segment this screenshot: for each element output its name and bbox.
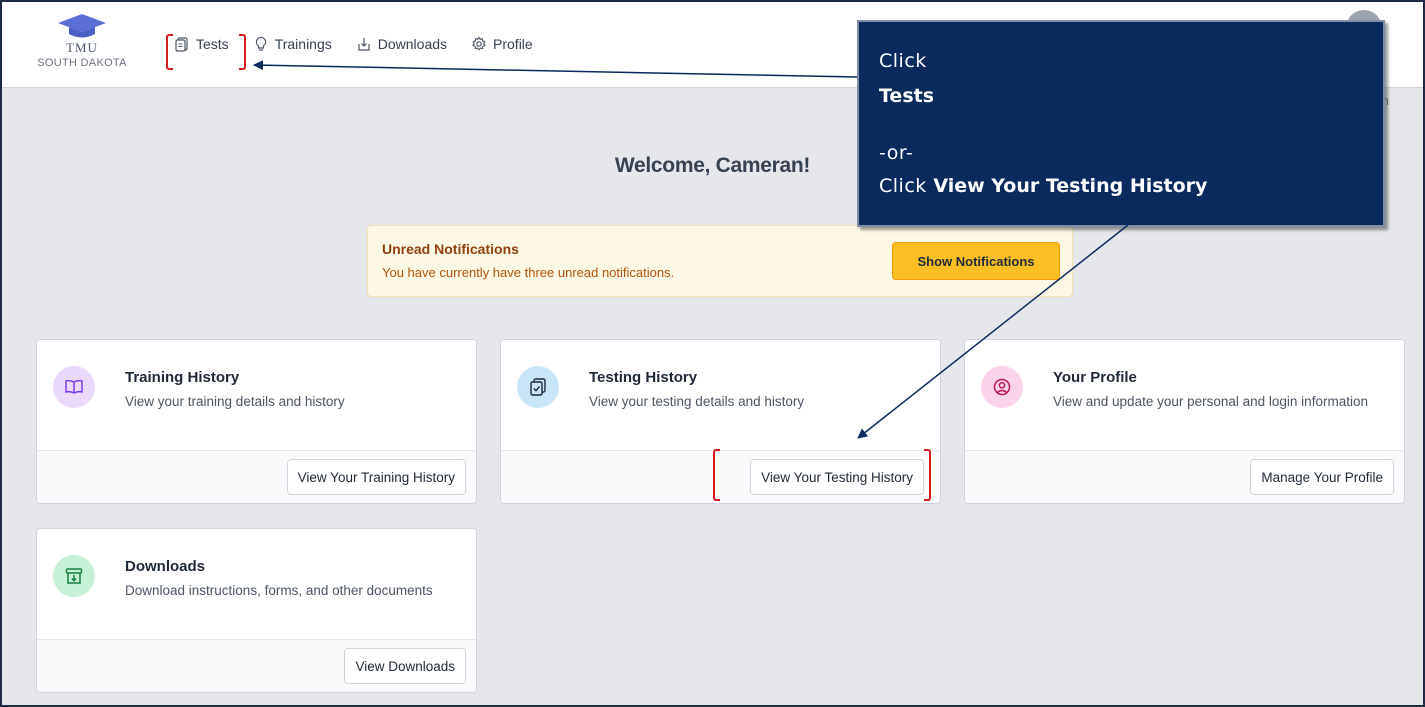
manage-profile-button[interactable]: Manage Your Profile — [1250, 459, 1394, 495]
nav-trainings-label: Trainings — [274, 36, 332, 52]
main-nav: Tests Trainings Downloads Profile — [174, 36, 533, 52]
card-description: Download instructions, forms, and other … — [125, 583, 433, 598]
callout-line-3: -or- — [879, 142, 914, 164]
app-window: TMU SOUTH DAKOTA Tests Trainings Downloa… — [0, 0, 1425, 707]
card-title: Testing History — [589, 369, 698, 386]
nav-downloads-label: Downloads — [377, 36, 448, 52]
view-downloads-button[interactable]: View Downloads — [344, 648, 466, 684]
nav-tests[interactable]: Tests — [174, 36, 229, 52]
card-title: Downloads — [125, 558, 206, 575]
your-profile-card: Your Profile View and update your person… — [964, 339, 1405, 504]
logo-title: TMU — [66, 40, 98, 55]
clipboard-icon — [175, 37, 188, 52]
callout-line-2: Tests — [879, 85, 935, 107]
view-training-history-button[interactable]: View Your Training History — [286, 459, 466, 495]
graduation-cap-icon — [58, 14, 106, 38]
callout-line-4: Click View Your Testing History — [879, 175, 1207, 197]
clipboard-check-icon — [517, 366, 559, 408]
nav-tests-label: Tests — [196, 36, 229, 52]
callout-line-4-prefix: Click — [879, 175, 934, 197]
nav-downloads[interactable]: Downloads — [356, 36, 447, 52]
callout-line-4-bold: View Your Testing History — [933, 175, 1208, 197]
notifications-text: You have currently have three unread not… — [382, 265, 675, 280]
welcome-text: Welcome, Cameran! — [614, 154, 811, 177]
training-history-card: Training History View your training deta… — [36, 339, 477, 504]
notifications-title: Unread Notifications — [382, 241, 519, 257]
notifications-banner: Unread Notifications You have currently … — [367, 225, 1073, 297]
show-notifications-button[interactable]: Show Notifications — [892, 242, 1060, 280]
logo-subtitle: SOUTH DAKOTA — [37, 57, 127, 69]
nav-profile[interactable]: Profile — [471, 36, 533, 52]
view-testing-history-button[interactable]: View Your Testing History — [750, 459, 924, 495]
card-title: Training History — [125, 369, 240, 386]
archive-download-icon — [53, 555, 95, 597]
book-icon — [53, 366, 95, 408]
download-icon — [358, 38, 370, 51]
card-description: View and update your personal and login … — [1053, 394, 1368, 409]
callout-line-1: Click — [879, 50, 927, 72]
testing-button-highlight-bracket-left — [713, 449, 720, 501]
nav-profile-label: Profile — [493, 36, 533, 52]
card-description: View your training details and history — [125, 394, 345, 409]
tests-highlight-bracket-right — [239, 34, 246, 70]
lightbulb-icon — [255, 36, 266, 51]
gear-icon — [472, 36, 486, 51]
card-description: View your testing details and history — [589, 394, 805, 409]
testing-history-card: Testing History View your testing detail… — [500, 339, 941, 504]
card-title: Your Profile — [1053, 369, 1137, 386]
logo[interactable]: TMU SOUTH DAKOTA — [22, 14, 142, 78]
instruction-callout: Click Tests -or- Click View Your Testing… — [857, 20, 1385, 227]
downloads-card: Downloads Download instructions, forms, … — [36, 528, 477, 693]
nav-trainings[interactable]: Trainings — [253, 36, 332, 52]
testing-button-highlight-bracket-right — [924, 449, 931, 501]
user-circle-icon — [981, 366, 1023, 408]
tests-highlight-bracket-left — [166, 34, 173, 70]
